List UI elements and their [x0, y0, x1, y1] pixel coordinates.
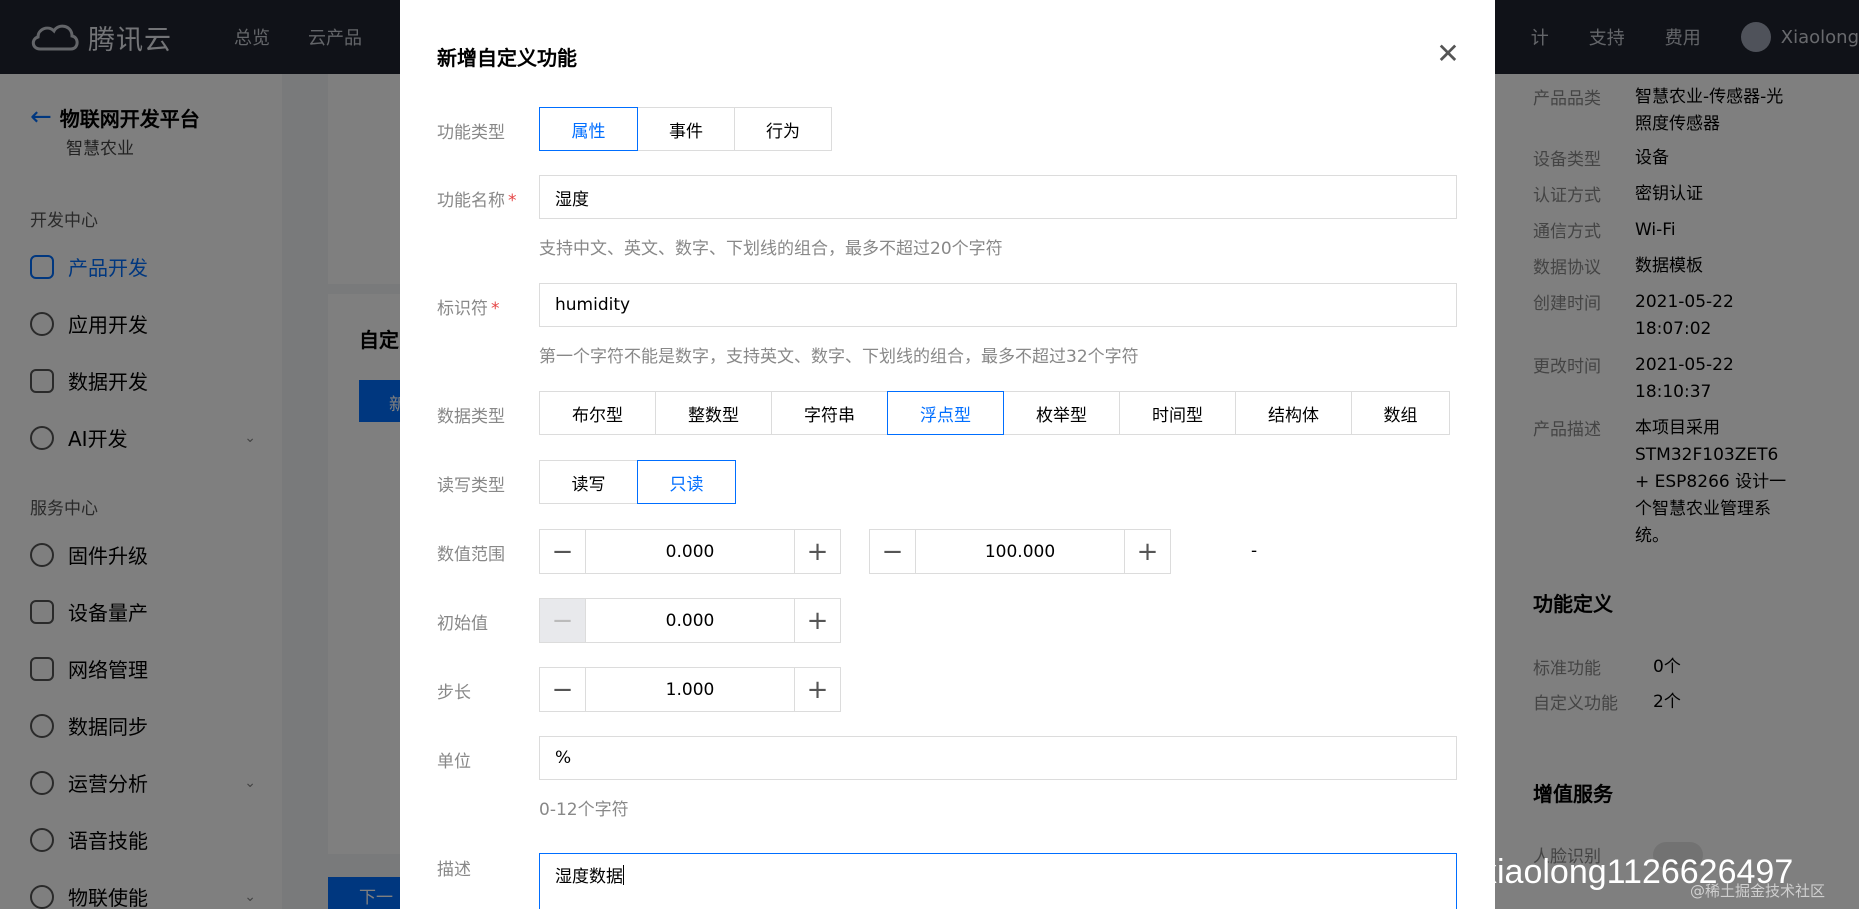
- step-input[interactable]: 1.000: [585, 668, 795, 711]
- range-min-input[interactable]: 0.000: [585, 530, 795, 573]
- minus-icon[interactable]: −: [540, 530, 585, 573]
- plus-icon[interactable]: +: [1125, 530, 1170, 573]
- required-mark: *: [508, 191, 517, 211]
- data-type-option-array[interactable]: 数组: [1351, 391, 1450, 435]
- close-icon[interactable]: ✕: [1435, 40, 1461, 68]
- identifier-input[interactable]: humidity: [539, 283, 1457, 327]
- text-caret: [623, 865, 624, 885]
- data-type-option-int[interactable]: 整数型: [655, 391, 772, 435]
- range-separator: -: [1251, 541, 1258, 561]
- desc-textarea[interactable]: 湿度数据: [539, 853, 1457, 909]
- minus-icon[interactable]: −: [870, 530, 915, 573]
- data-type-option-time[interactable]: 时间型: [1119, 391, 1236, 435]
- range-label: 数值范围: [437, 545, 505, 565]
- required-mark: *: [491, 299, 500, 319]
- data-type-option-float[interactable]: 浮点型: [887, 391, 1004, 435]
- func-type-option-property[interactable]: 属性: [539, 107, 638, 151]
- step-label: 步长: [437, 683, 471, 703]
- func-type-option-action[interactable]: 行为: [734, 107, 832, 151]
- data-type-label: 数据类型: [437, 407, 505, 427]
- identifier-label-text: 标识符: [437, 299, 488, 319]
- add-custom-function-dialog: 新增自定义功能 ✕ 功能类型 属性 事件 行为 功能名称 * 湿度 支持中文、英文…: [400, 0, 1495, 909]
- func-type-option-event[interactable]: 事件: [637, 107, 735, 151]
- range-max-input[interactable]: 100.000: [915, 530, 1125, 573]
- func-type-label: 功能类型: [437, 123, 505, 143]
- desc-label: 描述: [437, 860, 471, 880]
- func-name-hint: 支持中文、英文、数字、下划线的组合，最多不超过20个字符: [539, 239, 1003, 259]
- desc-text: 湿度数据: [555, 867, 623, 887]
- watermark-site: @稀土掘金技术社区: [1690, 882, 1826, 900]
- func-name-label-text: 功能名称: [437, 191, 505, 211]
- func-type-selector: 属性 事件 行为: [539, 107, 832, 151]
- step-stepper: − 1.000 +: [539, 667, 841, 712]
- unit-label: 单位: [437, 752, 471, 772]
- initial-label: 初始值: [437, 614, 488, 634]
- plus-icon[interactable]: +: [795, 530, 840, 573]
- range-max-stepper: − 100.000 +: [869, 529, 1171, 574]
- minus-icon[interactable]: −: [540, 599, 585, 642]
- data-type-selector: 布尔型 整数型 字符串 浮点型 枚举型 时间型 结构体 数组: [539, 391, 1450, 435]
- rw-type-option-readwrite[interactable]: 读写: [539, 460, 638, 504]
- initial-stepper: − 0.000 +: [539, 598, 841, 643]
- rw-type-selector: 读写 只读: [539, 460, 736, 504]
- rw-type-option-readonly[interactable]: 只读: [637, 460, 736, 504]
- data-type-option-bool[interactable]: 布尔型: [539, 391, 656, 435]
- identifier-hint: 第一个字符不能是数字，支持英文、数字、下划线的组合，最多不超过32个字符: [539, 347, 1139, 367]
- data-type-option-string[interactable]: 字符串: [771, 391, 888, 435]
- identifier-label: 标识符 *: [437, 294, 500, 319]
- unit-hint: 0-12个字符: [539, 800, 629, 820]
- range-min-stepper: − 0.000 +: [539, 529, 841, 574]
- plus-icon[interactable]: +: [795, 668, 840, 711]
- initial-input[interactable]: 0.000: [585, 599, 795, 642]
- plus-icon[interactable]: +: [795, 599, 840, 642]
- unit-input[interactable]: %: [539, 736, 1457, 780]
- rw-type-label: 读写类型: [437, 476, 505, 496]
- dialog-title: 新增自定义功能: [437, 46, 577, 70]
- data-type-option-struct[interactable]: 结构体: [1235, 391, 1352, 435]
- func-name-label: 功能名称 *: [437, 186, 517, 211]
- func-name-input[interactable]: 湿度: [539, 175, 1457, 219]
- data-type-option-enum[interactable]: 枚举型: [1003, 391, 1120, 435]
- minus-icon[interactable]: −: [540, 668, 585, 711]
